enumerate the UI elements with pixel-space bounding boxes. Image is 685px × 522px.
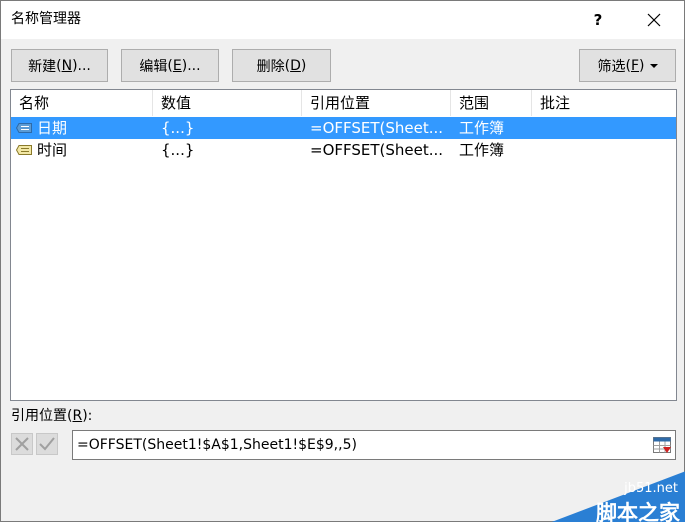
checkmark-icon <box>36 433 58 455</box>
column-header-comment[interactable]: 批注 <box>532 90 676 116</box>
delete-button-label: 删除 <box>256 58 285 75</box>
names-list[interactable]: 名称 数值 引用位置 范围 批注 日期 {...} =OFFSET(Sheet.… <box>10 89 677 401</box>
refers-to-input[interactable]: =OFFSET(Sheet1!$A$1,Sheet1!$E$9,,5) <box>72 430 676 460</box>
edit-button-key: E <box>172 57 182 74</box>
refers-to-label: 引用位置(R): <box>11 408 93 424</box>
close-icon <box>647 13 661 27</box>
row-value: {...} <box>161 141 195 159</box>
filter-button-key: F <box>630 57 640 74</box>
column-header-scope[interactable]: 范围 <box>451 90 532 116</box>
new-button-key: N <box>61 57 73 74</box>
help-button[interactable]: ? <box>575 1 621 39</box>
row-scope: 工作簿 <box>459 141 505 159</box>
defined-name-icon <box>16 145 32 155</box>
delete-button[interactable]: 删除(D) <box>232 49 331 82</box>
dialog-title: 名称管理器 <box>11 11 81 27</box>
filter-button-label: 筛选 <box>597 58 626 75</box>
refers-to-input-value: =OFFSET(Sheet1!$A$1,Sheet1!$E$9,,5) <box>77 437 357 453</box>
name-manager-dialog: 名称管理器 ? 新建(N)... 编辑(E)... 删除(D) 筛选(F) 名称… <box>0 0 685 522</box>
column-header-refers-to[interactable]: 引用位置 <box>302 90 451 116</box>
new-button-label: 新建 <box>28 58 57 75</box>
table-row[interactable]: 日期 {...} =OFFSET(Sheet... 工作簿 <box>11 117 676 139</box>
column-header-comment-label: 批注 <box>540 94 571 112</box>
new-button[interactable]: 新建(N)... <box>11 49 108 82</box>
refers-to-label-text: 引用位置 <box>11 408 67 424</box>
column-header-scope-label: 范围 <box>459 94 490 112</box>
list-header: 名称 数值 引用位置 范围 批注 <box>11 90 676 116</box>
help-icon: ? <box>593 11 603 29</box>
column-header-refers-to-label: 引用位置 <box>310 94 371 112</box>
row-scope: 工作簿 <box>459 119 505 137</box>
column-header-value-label: 数值 <box>161 94 192 112</box>
row-value: {...} <box>161 119 195 137</box>
row-name: 日期 <box>37 119 68 137</box>
edit-button[interactable]: 编辑(E)... <box>121 49 219 82</box>
watermark: jb51.net 脚本之家 <box>549 471 685 522</box>
title-bar: 名称管理器 ? <box>1 1 684 39</box>
watermark-name: 脚本之家 <box>596 501 680 522</box>
cancel-edit-button[interactable] <box>11 433 33 455</box>
new-button-ellipsis: ... <box>77 57 91 74</box>
delete-button-key: D <box>290 57 301 74</box>
watermark-site: jb51.net <box>624 481 678 496</box>
column-header-name-label: 名称 <box>19 94 50 112</box>
defined-name-icon <box>16 123 32 133</box>
table-row[interactable]: 时间 {...} =OFFSET(Sheet... 工作簿 <box>11 139 676 161</box>
cancel-x-icon <box>11 433 33 455</box>
column-header-name[interactable]: 名称 <box>11 90 153 116</box>
row-comment <box>540 139 670 161</box>
range-select-icon[interactable] <box>651 434 673 456</box>
dropdown-caret-icon <box>649 63 658 68</box>
edit-button-label: 编辑 <box>139 58 168 75</box>
row-comment <box>540 117 670 139</box>
confirm-edit-button[interactable] <box>36 433 58 455</box>
row-name: 时间 <box>37 141 68 159</box>
column-header-value[interactable]: 数值 <box>153 90 302 116</box>
close-button[interactable] <box>631 1 677 39</box>
refers-to-label-key: R <box>72 408 83 424</box>
filter-button[interactable]: 筛选(F) <box>579 49 676 82</box>
row-refers-to: =OFFSET(Sheet... <box>310 141 444 159</box>
edit-button-ellipsis: ... <box>187 57 201 74</box>
row-refers-to: =OFFSET(Sheet... <box>310 119 444 137</box>
